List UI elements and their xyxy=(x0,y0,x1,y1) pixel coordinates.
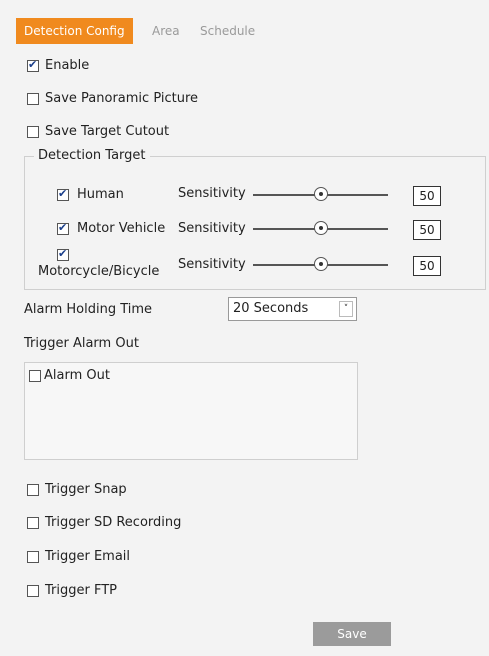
motor-vehicle-checkbox[interactable] xyxy=(57,221,69,235)
save-button[interactable]: Save xyxy=(313,622,391,646)
slider-thumb[interactable] xyxy=(313,187,328,201)
target-human: Human xyxy=(57,187,124,202)
detection-target-legend: Detection Target xyxy=(34,148,150,163)
alarm-holding-select[interactable]: 20 Seconds ˅ xyxy=(228,297,357,321)
motor-vehicle-label: Motor Vehicle xyxy=(77,221,166,236)
trigger-sd-recording-checkbox[interactable] xyxy=(27,516,39,529)
alarm-holding-value: 20 Seconds xyxy=(233,301,309,316)
save-cutout-checkbox[interactable] xyxy=(27,125,39,138)
slider-thumb[interactable] xyxy=(313,257,328,271)
enable-label: Enable xyxy=(45,58,90,73)
motor-vehicle-sensitivity-label: Sensitivity xyxy=(178,221,246,236)
motor-vehicle-sensitivity-value[interactable]: 50 xyxy=(413,220,441,240)
trigger-sd-recording-option: Trigger SD Recording xyxy=(27,515,181,530)
save-cutout-option: Save Target Cutout xyxy=(27,124,169,139)
motorcycle-bicycle-label: Motorcycle/Bicycle xyxy=(38,264,160,279)
trigger-ftp-option: Trigger FTP xyxy=(27,583,117,598)
tab-schedule[interactable]: Schedule xyxy=(200,18,255,44)
motorcycle-bicycle-sensitivity-value[interactable]: 50 xyxy=(413,256,441,276)
save-panoramic-label: Save Panoramic Picture xyxy=(45,91,199,106)
human-sensitivity-slider[interactable] xyxy=(253,187,388,203)
human-sensitivity-label: Sensitivity xyxy=(178,186,246,201)
trigger-email-label: Trigger Email xyxy=(45,549,131,564)
enable-option: Enable xyxy=(27,58,89,73)
trigger-snap-label: Trigger Snap xyxy=(45,482,127,497)
trigger-sd-recording-label: Trigger SD Recording xyxy=(45,515,182,530)
trigger-alarm-out-label: Trigger Alarm Out xyxy=(24,336,139,351)
motorcycle-bicycle-sensitivity-label: Sensitivity xyxy=(178,257,246,272)
human-sensitivity-value[interactable]: 50 xyxy=(413,186,441,206)
motorcycle-bicycle-checkbox[interactable] xyxy=(57,247,69,261)
trigger-email-checkbox[interactable] xyxy=(27,550,39,563)
trigger-ftp-label: Trigger FTP xyxy=(45,583,117,598)
trigger-email-option: Trigger Email xyxy=(27,549,130,564)
enable-checkbox[interactable] xyxy=(27,58,39,72)
tab-detection-config[interactable]: Detection Config xyxy=(16,18,133,44)
tab-area[interactable]: Area xyxy=(152,18,180,44)
target-motor-vehicle: Motor Vehicle xyxy=(57,221,165,236)
motor-vehicle-sensitivity-slider[interactable] xyxy=(253,221,388,237)
alarm-out-checkbox[interactable] xyxy=(29,369,41,382)
alarm-out-label: Alarm Out xyxy=(44,368,110,383)
human-label: Human xyxy=(77,187,124,202)
trigger-snap-option: Trigger Snap xyxy=(27,482,127,497)
target-motorcycle-bicycle xyxy=(57,247,69,262)
save-panoramic-option: Save Panoramic Picture xyxy=(27,91,198,106)
slider-thumb[interactable] xyxy=(313,221,328,235)
motorcycle-bicycle-sensitivity-slider[interactable] xyxy=(253,257,388,273)
human-checkbox[interactable] xyxy=(57,187,69,201)
save-cutout-label: Save Target Cutout xyxy=(45,124,170,139)
save-panoramic-checkbox[interactable] xyxy=(27,92,39,105)
chevron-down-icon[interactable]: ˅ xyxy=(339,301,353,317)
alarm-out-item: Alarm Out xyxy=(29,368,110,383)
alarm-holding-label: Alarm Holding Time xyxy=(24,302,153,317)
trigger-snap-checkbox[interactable] xyxy=(27,483,39,496)
trigger-ftp-checkbox[interactable] xyxy=(27,584,39,597)
alarm-out-list: Alarm Out xyxy=(24,362,358,460)
